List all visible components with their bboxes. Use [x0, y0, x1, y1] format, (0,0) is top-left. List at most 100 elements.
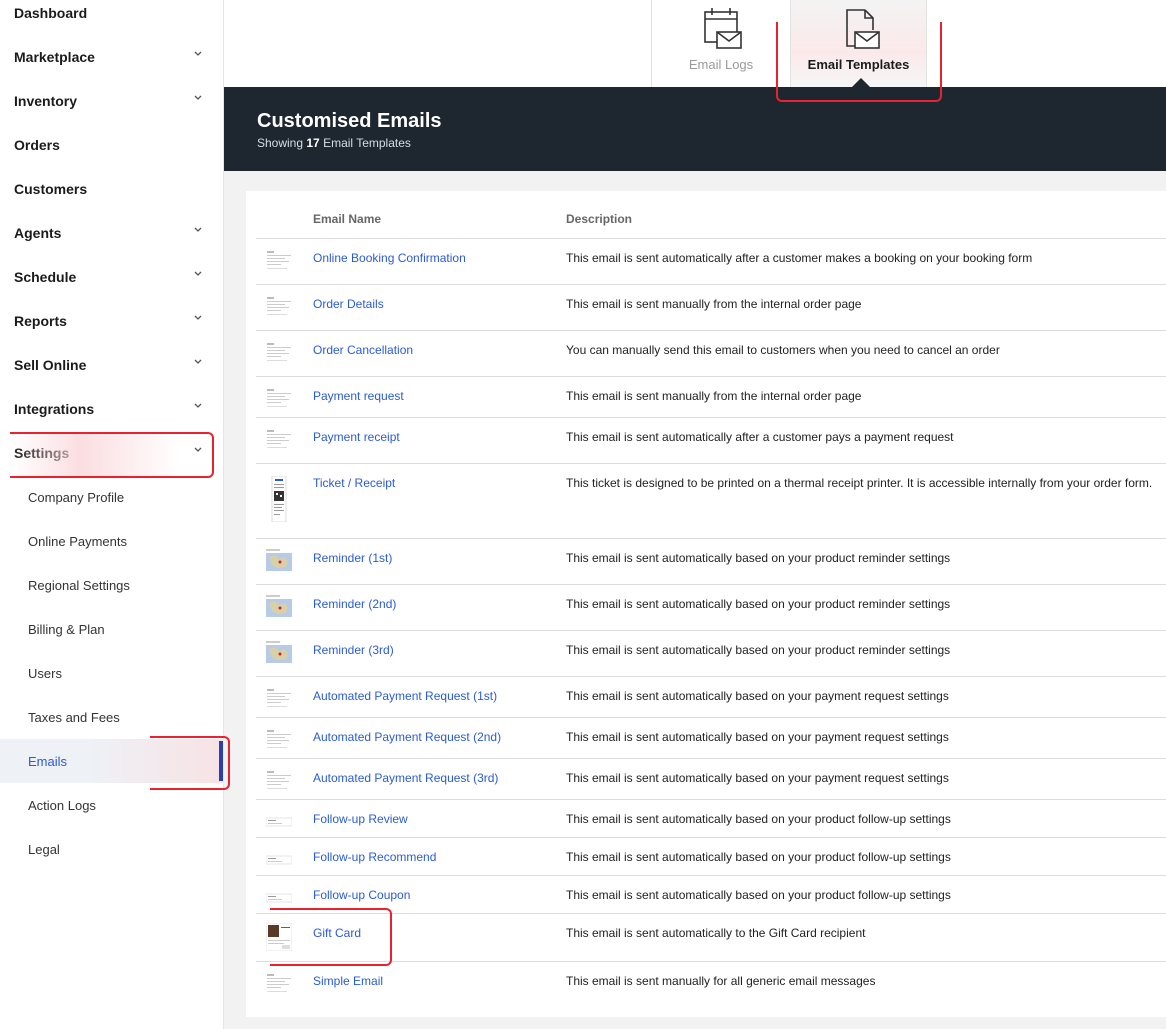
sidebar-item-label: Marketplace [14, 49, 95, 65]
chevron-down-icon [193, 93, 203, 103]
sidebar-subitem-regional-settings[interactable]: Regional Settings [0, 563, 224, 607]
subtitle-suffix: Email Templates [323, 136, 411, 150]
template-name-link[interactable]: Automated Payment Request (2nd) [313, 730, 501, 744]
table-row: Reminder (2nd) This email is sent automat… [256, 585, 1166, 631]
template-name-link[interactable]: Payment request [313, 389, 404, 403]
template-name-link[interactable]: Automated Payment Request (1st) [313, 689, 497, 703]
template-count: 17 [306, 136, 320, 150]
template-name-link[interactable]: Reminder (2nd) [313, 597, 396, 611]
template-name-link[interactable]: Reminder (3rd) [313, 643, 394, 657]
template-thumbnail [265, 810, 293, 834]
template-thumbnail [265, 922, 293, 952]
table-row: Payment request This email is sent manual… [256, 377, 1166, 418]
chevron-down-icon [193, 225, 203, 235]
sidebar-subitem-users[interactable]: Users [0, 651, 224, 695]
table-row: Online Booking Confirmation This email is… [256, 239, 1166, 285]
template-name-link[interactable]: Payment receipt [313, 430, 400, 444]
template-name-link[interactable]: Order Cancellation [313, 343, 413, 357]
page-title: Customised Emails [257, 110, 442, 132]
sidebar-subitem-label: Regional Settings [28, 577, 130, 593]
sidebar-subitem-emails[interactable]: Emails [0, 739, 224, 783]
sidebar-item-sell-online[interactable]: Sell Online [0, 343, 224, 387]
sidebar-item-orders[interactable]: Orders [0, 123, 224, 167]
sidebar-subitem-label: Emails [28, 753, 68, 769]
table-header: Email Name Description [256, 191, 1166, 239]
template-thumbnail [266, 475, 292, 523]
sidebar-subitem-label: Legal [28, 841, 60, 857]
table-row: Follow-up Coupon This email is sent autom… [256, 876, 1166, 914]
template-description: This email is sent manually for all gene… [566, 974, 876, 988]
table-row: Reminder (3rd) This email is sent automat… [256, 631, 1166, 677]
sidebar-subitem-label: Users [28, 665, 62, 681]
template-name-link[interactable]: Follow-up Coupon [313, 888, 410, 902]
sidebar-item-integrations[interactable]: Integrations [0, 387, 224, 431]
chevron-down-icon [193, 49, 203, 59]
sidebar-item-settings[interactable]: Settings [0, 431, 224, 475]
table-row: Reminder (1st) This email is sent automat… [256, 539, 1166, 585]
sidebar-subitem-company-profile[interactable]: Company Profile [0, 475, 224, 519]
page-header: Customised Emails Showing 17 Email Templ… [224, 87, 1166, 171]
template-name-link[interactable]: Reminder (1st) [313, 551, 392, 565]
sidebar-subitem-online-payments[interactable]: Online Payments [0, 519, 224, 563]
table-row: Gift Card This email is sent automaticall… [256, 914, 1166, 962]
template-thumbnail [266, 728, 292, 752]
template-description: This email is sent automatically based o… [566, 850, 951, 864]
table-row: Order Details This email is sent manually… [256, 285, 1166, 331]
sidebar-item-reports[interactable]: Reports [0, 299, 224, 343]
template-name-link[interactable]: Follow-up Review [313, 812, 408, 826]
template-description: This email is sent automatically based o… [566, 597, 951, 611]
sidebar-item-inventory[interactable]: Inventory [0, 79, 224, 123]
sidebar-item-label: Dashboard [14, 5, 88, 21]
sidebar-item-label: Inventory [14, 93, 78, 109]
document-mail-icon [845, 9, 880, 49]
tab-email-logs-label: Email Logs [688, 57, 754, 72]
sidebar-subitem-legal[interactable]: Legal [0, 827, 224, 871]
page-subtitle: Showing 17 Email Templates [257, 136, 411, 150]
template-thumbnail [266, 295, 292, 319]
tab-email-templates[interactable]: Email Templates [791, 0, 927, 87]
template-description: You can manually send this email to cust… [566, 343, 1000, 357]
template-name-link[interactable]: Online Booking Confirmation [313, 251, 466, 265]
table-row: Payment receipt This email is sent automa… [256, 418, 1166, 464]
table-row: Ticket / Receipt This ticket is designed … [256, 464, 1166, 539]
template-name-link[interactable]: Gift Card [313, 926, 361, 940]
template-description: This email is sent automatically after a… [566, 251, 1033, 265]
template-name-link[interactable]: Order Details [313, 297, 384, 311]
sidebar-item-agents[interactable]: Agents [0, 211, 224, 255]
active-indicator [219, 741, 223, 781]
sidebar-item-schedule[interactable]: Schedule [0, 255, 224, 299]
tab-email-logs[interactable]: Email Logs [651, 0, 791, 87]
template-name-link[interactable]: Simple Email [313, 974, 383, 988]
template-thumbnail [266, 249, 292, 273]
sidebar-item-label: Integrations [14, 401, 95, 417]
template-description: This email is sent automatically based o… [566, 643, 951, 657]
sidebar-subitem-action-logs[interactable]: Action Logs [0, 783, 224, 827]
table-row: Automated Payment Request (3rd) This emai… [256, 759, 1166, 800]
table-row: Simple Email This email is sent manually … [256, 962, 1166, 1017]
sidebar-item-customers[interactable]: Customers [0, 167, 224, 211]
sidebar-subitem-label: Online Payments [28, 533, 127, 549]
chevron-down-icon [193, 269, 203, 279]
template-thumbnail [265, 848, 293, 872]
sidebar-subitem-taxes-and-fees[interactable]: Taxes and Fees [0, 695, 224, 739]
chevron-down-icon [193, 357, 203, 367]
table-row: Automated Payment Request (2nd) This emai… [256, 718, 1166, 759]
sidebar-item-marketplace[interactable]: Marketplace [0, 35, 224, 79]
template-description: This email is sent automatically based o… [566, 689, 949, 703]
template-thumbnail [266, 641, 292, 665]
sidebar-subitem-label: Company Profile [28, 489, 125, 505]
subtitle-prefix: Showing [257, 136, 304, 150]
template-name-link[interactable]: Ticket / Receipt [313, 476, 395, 490]
sidebar-subitem-billing-plan[interactable]: Billing & Plan [0, 607, 224, 651]
template-description: This email is sent manually from the int… [566, 389, 862, 403]
template-description: This email is sent manually from the int… [566, 297, 862, 311]
template-thumbnail [266, 341, 292, 365]
template-name-link[interactable]: Automated Payment Request (3rd) [313, 771, 498, 785]
template-name-link[interactable]: Follow-up Recommend [313, 850, 436, 864]
template-description: This email is sent automatically after a… [566, 430, 954, 444]
template-thumbnail [265, 886, 293, 910]
sidebar-item-dashboard[interactable]: Dashboard [0, 0, 224, 35]
sidebar-item-label: Agents [14, 225, 62, 241]
template-thumbnail [266, 387, 292, 411]
table-row: Follow-up Review This email is sent autom… [256, 800, 1166, 838]
